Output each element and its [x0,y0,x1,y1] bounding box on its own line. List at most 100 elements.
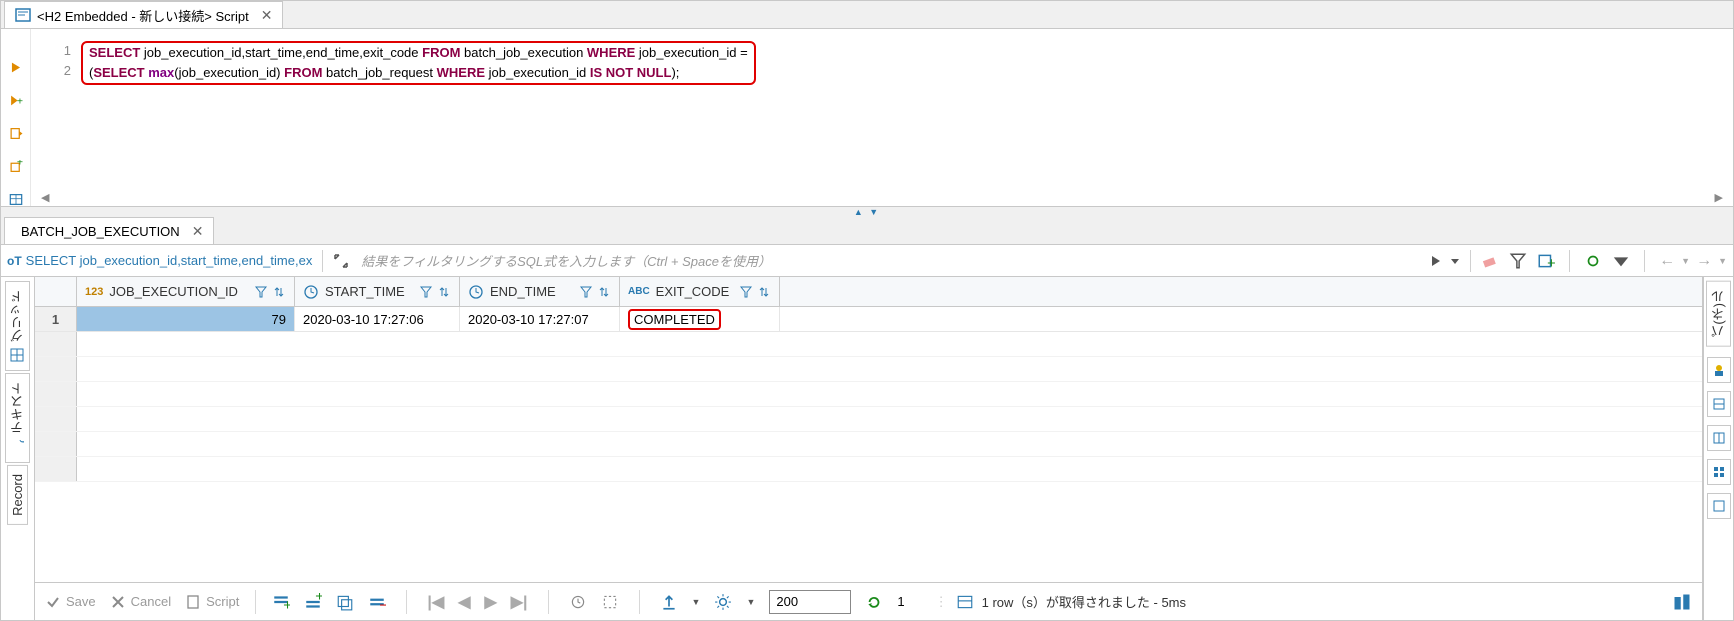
editor-left-toolbar: + + [1,29,31,206]
back-dropdown-icon[interactable]: ▼ [1681,256,1690,266]
column-header-job-execution-id[interactable]: 123 JOB_EXECUTION_ID [77,277,295,306]
view-tab-record[interactable]: Record [7,465,28,525]
sql-code-area[interactable]: SELECT job_execution_id,start_time,end_t… [81,29,1733,188]
filter-icon[interactable] [254,285,268,299]
filter-icon[interactable] [1509,252,1527,270]
auto-refresh-icon[interactable] [569,593,587,611]
link-icon[interactable] [1584,252,1602,270]
forward-dropdown-icon[interactable]: ▼ [1718,256,1727,266]
left-view-tabs: グリッド oT テキスト Record [1,277,35,620]
delete-row-icon[interactable]: − [368,593,386,611]
editor-h-scrollbar[interactable]: ◀ ▶ [31,188,1733,206]
results-bottom-bar: Save Cancel Script + + − |◀ ◀ [35,582,1702,620]
right-tool-4[interactable] [1707,459,1731,485]
export-dropdown-icon[interactable]: ▼ [692,597,701,607]
next-page-icon[interactable]: ▶ [484,592,496,612]
dropdown-icon[interactable] [1612,252,1630,270]
sql-editor-pane: + + 1 2 SELECT job_execution_id,start_ti… [1,29,1733,207]
results-tab-bar: BATCH_JOB_EXECUTION ✕ [1,217,1733,245]
export-plus-icon[interactable]: + [1537,252,1555,270]
sort-icon[interactable] [437,285,451,299]
sort-icon[interactable] [272,285,286,299]
refresh-icon[interactable] [865,593,883,611]
cell-exit-code[interactable]: COMPLETED [620,307,780,331]
save-button[interactable]: Save [45,594,96,610]
table-row [35,382,1702,407]
view-tab-text[interactable]: oT テキスト [5,373,30,463]
prev-page-icon[interactable]: ◀ [458,592,470,612]
add-row-before-icon[interactable]: + [272,593,290,611]
results-toolbar: oT SELECT job_execution_id,start_time,en… [1,245,1733,277]
clock-icon [303,284,319,300]
layout-toggle-icon[interactable] [1672,592,1692,612]
export-icon[interactable] [660,593,678,611]
first-page-icon[interactable]: |◀ [427,592,444,612]
gear-icon[interactable] [714,593,732,611]
expand-icon[interactable] [333,253,349,269]
gear-dropdown-icon[interactable]: ▼ [746,597,755,607]
back-icon[interactable]: ← [1659,252,1675,270]
line-gutter: 1 2 [31,29,81,188]
forward-icon[interactable]: → [1696,252,1712,270]
right-tool-3[interactable] [1707,425,1731,451]
grid-corner[interactable] [35,277,77,306]
editor-tab[interactable]: <H2 Embedded - 新しい接続> Script ✕ [4,1,283,28]
sort-icon[interactable] [597,285,611,299]
close-icon[interactable]: ✕ [261,7,273,24]
filter-input[interactable]: 結果をフィルタリングするSQL式を入力します（Ctrl + Spaceを使用） [355,251,1422,270]
sql-type-badge: oT [7,254,22,268]
column-header-start-time[interactable]: START_TIME [295,277,460,306]
filter-icon[interactable] [419,285,433,299]
scroll-right-icon[interactable]: ▶ [1715,191,1723,204]
right-tab-panels[interactable]: パ(ネ)ル [1706,281,1731,347]
right-tool-5[interactable] [1707,493,1731,519]
scroll-left-icon[interactable]: ◀ [41,191,49,204]
execute-icon[interactable] [7,61,25,74]
svg-text:+: + [316,593,323,605]
editor-tab-title: <H2 Embedded - 新しい接続> Script [37,6,249,25]
select-icon[interactable] [601,593,619,611]
grid-icon [11,348,25,362]
cell-end-time[interactable]: 2020-03-10 17:27:07 [460,307,620,331]
row-edit-controls: + + − |◀ ◀ ▶ ▶| ▼ ▼ 1 [272,590,904,614]
column-header-exit-code[interactable]: ABC EXIT_CODE [620,277,780,306]
cell-job-execution-id[interactable]: 79 [77,307,295,331]
duplicate-row-icon[interactable] [336,593,354,611]
results-tab-title: BATCH_JOB_EXECUTION [21,224,180,239]
results-tab[interactable]: BATCH_JOB_EXECUTION ✕ [4,217,214,244]
view-tab-grid[interactable]: グリッド [5,281,30,371]
right-tool-1[interactable] [1707,357,1731,383]
eraser-icon[interactable] [1481,252,1499,270]
editor-tab-bar: <H2 Embedded - 新しい接続> Script ✕ [1,1,1733,29]
right-tool-2[interactable] [1707,391,1731,417]
results-grid-icon[interactable] [7,193,25,206]
sort-icon[interactable] [757,285,771,299]
sql-script-icon [15,7,31,23]
explain-plus-icon[interactable]: + [7,160,25,173]
column-header-end-time[interactable]: END_TIME [460,277,620,306]
clock-icon [468,284,484,300]
page-size-input[interactable] [769,590,851,614]
cell-start-time[interactable]: 2020-03-10 17:27:06 [295,307,460,331]
last-page-icon[interactable]: ▶| [511,592,528,612]
check-icon [45,594,61,610]
filter-icon[interactable] [739,285,753,299]
grid-header: 123 JOB_EXECUTION_ID START_TIME END_TIME… [35,277,1702,307]
dropdown-icon[interactable] [1450,256,1460,266]
sql-preview[interactable]: oT SELECT job_execution_id,start_time,en… [7,253,312,268]
pane-splitter[interactable]: ▲ ▼ [1,207,1733,217]
table-row[interactable]: 1 79 2020-03-10 17:27:06 2020-03-10 17:2… [35,307,1702,332]
row-number[interactable]: 1 [35,307,77,331]
table-row [35,332,1702,357]
add-row-after-icon[interactable]: + [304,593,322,611]
execute-plus-icon[interactable]: + [7,94,25,107]
script-icon [185,594,201,610]
execute-script-icon[interactable] [7,127,25,140]
close-icon[interactable]: ✕ [192,223,204,240]
svg-text:+: + [16,160,22,169]
filter-icon[interactable] [579,285,593,299]
cancel-button[interactable]: Cancel [110,594,171,610]
script-button[interactable]: Script [185,594,239,610]
play-icon[interactable] [1428,253,1444,269]
refresh-count: 1 [897,594,904,609]
